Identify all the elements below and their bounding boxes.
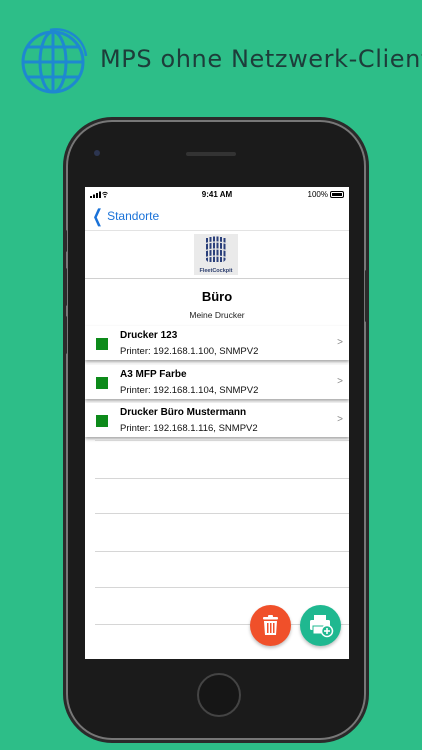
location-title: Büro (201, 289, 233, 304)
printer-row[interactable]: Drucker 123 Printer: 192.168.1.100, SNMP… (85, 326, 349, 360)
printer-status-indicator (96, 377, 108, 389)
printer-name: Drucker Büro Mustermann (120, 407, 247, 418)
fleetcockpit-logo: FleetCockpit (194, 234, 238, 275)
list-separator (95, 513, 349, 514)
battery-percent: 100% (307, 190, 328, 199)
printer-detail: Printer: 192.168.1.116, SNMPV2 (120, 423, 258, 434)
printer-status-indicator (96, 338, 108, 350)
list-separator (95, 551, 349, 552)
navigation-bar: ❮ Standorte (85, 203, 349, 231)
front-camera (94, 150, 100, 156)
printer-status-indicator (96, 415, 108, 427)
printer-row[interactable]: A3 MFP Farbe Printer: 192.168.1.104, SNM… (85, 365, 349, 399)
battery-icon (330, 191, 344, 198)
status-bar: 9:41 AM 100% (85, 187, 349, 203)
add-printer-button[interactable] (300, 605, 341, 646)
list-separator (95, 478, 349, 479)
location-subtitle: Meine Drucker (189, 310, 245, 320)
back-button-label: Standorte (107, 209, 160, 223)
volume-up-button (64, 268, 67, 306)
chevron-right-icon: > (337, 337, 343, 348)
logo-text: FleetCockpit (199, 268, 233, 274)
trash-icon (263, 615, 278, 635)
back-button[interactable]: ❮ Standorte (90, 206, 160, 226)
list-separator (95, 587, 349, 588)
chevron-right-icon: > (337, 414, 343, 425)
printer-detail: Printer: 192.168.1.104, SNMPV2 (120, 385, 259, 396)
earpiece-speaker (186, 152, 236, 156)
printer-name: Drucker 123 (120, 330, 178, 341)
globe-icon (21, 28, 88, 94)
volume-down-button (64, 316, 67, 354)
chevron-right-icon: > (337, 376, 343, 387)
banner-title: MPS ohne Netzwerk-Client (100, 45, 422, 73)
home-button[interactable] (197, 673, 241, 717)
chevron-left-icon: ❮ (92, 206, 103, 226)
printer-detail: Printer: 192.168.1.100, SNMPV2 (120, 346, 259, 357)
promo-banner: MPS ohne Netzwerk-Client (0, 0, 422, 118)
printer-name: A3 MFP Farbe (120, 369, 187, 380)
logo-graphic (203, 236, 229, 262)
add-printer-icon (310, 615, 334, 638)
power-button (365, 270, 368, 322)
delete-button[interactable] (250, 605, 291, 646)
mute-switch (64, 230, 67, 252)
list-separator (95, 440, 349, 441)
logo-header: FleetCockpit (85, 231, 349, 279)
printer-row[interactable]: Drucker Büro Mustermann Printer: 192.168… (85, 403, 349, 437)
app-screen: 9:41 AM 100% ❮ Standorte FleetCockpit Bü… (85, 187, 349, 659)
